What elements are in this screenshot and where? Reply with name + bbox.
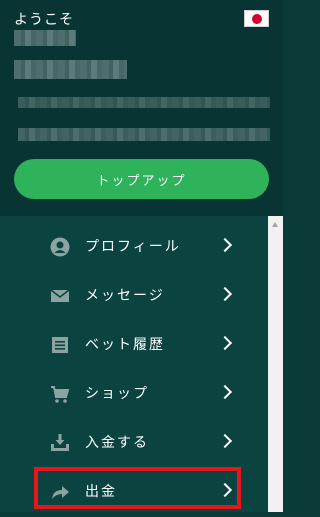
menu-item-shop[interactable]: ショップ: [0, 370, 268, 419]
menu-item-label: 入金する: [85, 435, 149, 451]
chevron-right-icon: [217, 335, 233, 351]
menu-item-bet-history[interactable]: ベット履歴: [0, 321, 268, 370]
menu-item-label: ベット履歴: [85, 337, 165, 353]
profile-icon: [50, 237, 70, 257]
menu-item-label: プロフィール: [85, 239, 181, 255]
chevron-right-icon: [217, 384, 233, 400]
menu-item-label: ショップ: [85, 386, 149, 402]
menu-item-profile[interactable]: プロフィール: [0, 223, 268, 272]
chevron-right-icon: [217, 286, 233, 302]
redacted-username: [14, 30, 76, 46]
menu-item-deposit[interactable]: 入金する: [0, 419, 268, 468]
envelope-icon: [50, 289, 70, 302]
redacted-balance: [14, 60, 127, 79]
list-icon: [52, 337, 68, 353]
chevron-right-icon: [217, 433, 233, 449]
topup-button[interactable]: トップアップ: [14, 159, 269, 199]
scroll-up-arrow-icon[interactable]: [272, 222, 278, 227]
redacted-info-line-1: [18, 97, 270, 108]
redacted-info-line-2: [18, 128, 270, 141]
menu-scrollbar[interactable]: [268, 216, 283, 512]
menu-item-messages[interactable]: メッセージ: [0, 272, 268, 321]
japan-flag-icon[interactable]: [244, 10, 269, 27]
withdraw-highlight-box: [34, 467, 241, 509]
chevron-right-icon: [217, 237, 233, 253]
cart-icon: [51, 386, 70, 403]
welcome-text: ようこそ: [14, 12, 74, 28]
menu-item-label: メッセージ: [85, 288, 165, 304]
deposit-icon: [51, 434, 69, 451]
account-header: ようこそ トップアップ: [0, 0, 283, 216]
